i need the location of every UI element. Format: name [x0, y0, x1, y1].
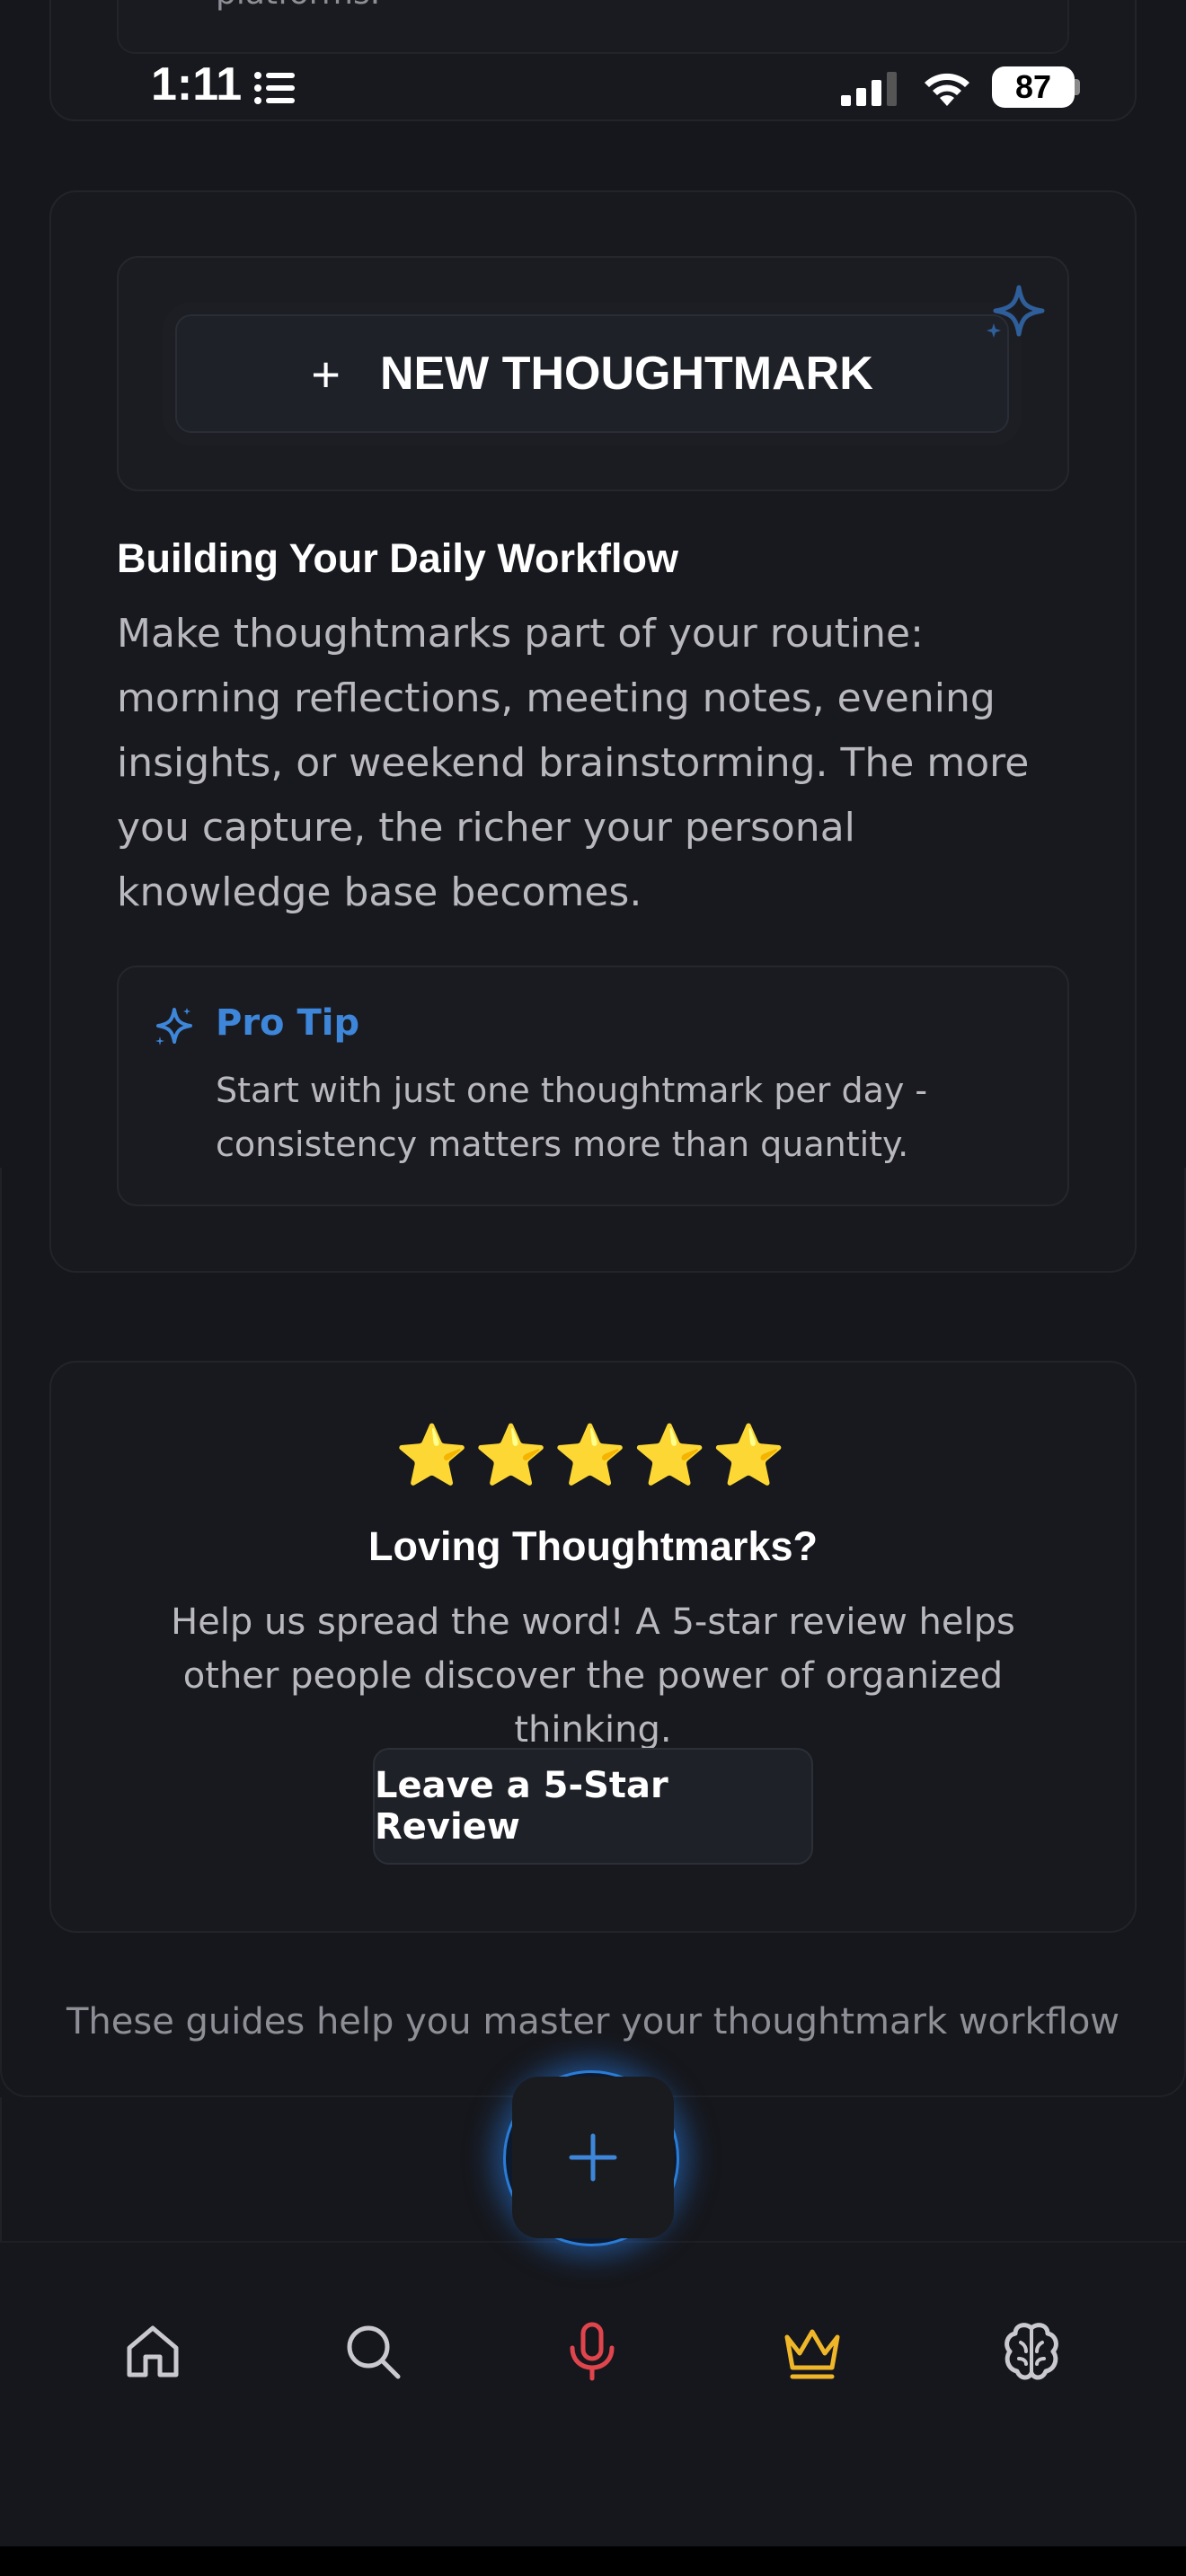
leave-review-button[interactable]: Leave a 5-Star Review [373, 1748, 813, 1865]
five-star-rating: ⭐⭐⭐⭐⭐ [394, 1421, 792, 1490]
list-icon [254, 72, 295, 104]
review-title: Loving Thoughtmarks? [368, 1523, 818, 1569]
tab-bar [0, 2241, 1186, 2546]
new-thoughtmark-button[interactable]: + NEW THOUGHTMARK [175, 314, 1009, 433]
previous-card-text: platforms. [216, 0, 380, 12]
battery-cap [1075, 79, 1080, 95]
pro-tip-title: Pro Tip [216, 1002, 360, 1044]
microphone-icon [570, 2322, 615, 2381]
crown-icon [784, 2329, 840, 2379]
pro-tip-body: Start with just one thoughtmark per day … [216, 1071, 928, 1164]
brain-icon [1005, 2323, 1058, 2380]
cellular-signal-icon [841, 72, 897, 106]
tab-brain[interactable] [996, 2316, 1067, 2387]
tab-search[interactable] [337, 2316, 409, 2387]
add-thoughtmark-fab[interactable] [512, 2077, 674, 2238]
tab-premium[interactable] [776, 2316, 848, 2387]
home-indicator-area [0, 2546, 1186, 2576]
tab-voice[interactable] [556, 2316, 628, 2387]
plus-icon [569, 2133, 617, 2182]
new-thoughtmark-label: NEW THOUGHTMARK [379, 348, 873, 400]
review-body: Help us spread the word! A 5-star review… [171, 1601, 1015, 1751]
status-time: 1:11 [151, 58, 243, 110]
battery-level: 87 [992, 66, 1075, 108]
workflow-body: Make thoughtmarks part of your routine: … [117, 611, 1030, 915]
plus-icon: + [311, 345, 341, 402]
wifi-icon [925, 73, 969, 106]
sparkle-icon [155, 1008, 192, 1045]
workflow-title: Building Your Daily Workflow [117, 535, 679, 581]
sparkle-icon [987, 285, 1045, 338]
search-icon [347, 2325, 401, 2379]
footer-note: These guides help you master your though… [66, 2001, 1120, 2042]
tab-home[interactable] [117, 2316, 189, 2387]
divider [0, 2097, 2, 2241]
home-icon [127, 2325, 179, 2378]
